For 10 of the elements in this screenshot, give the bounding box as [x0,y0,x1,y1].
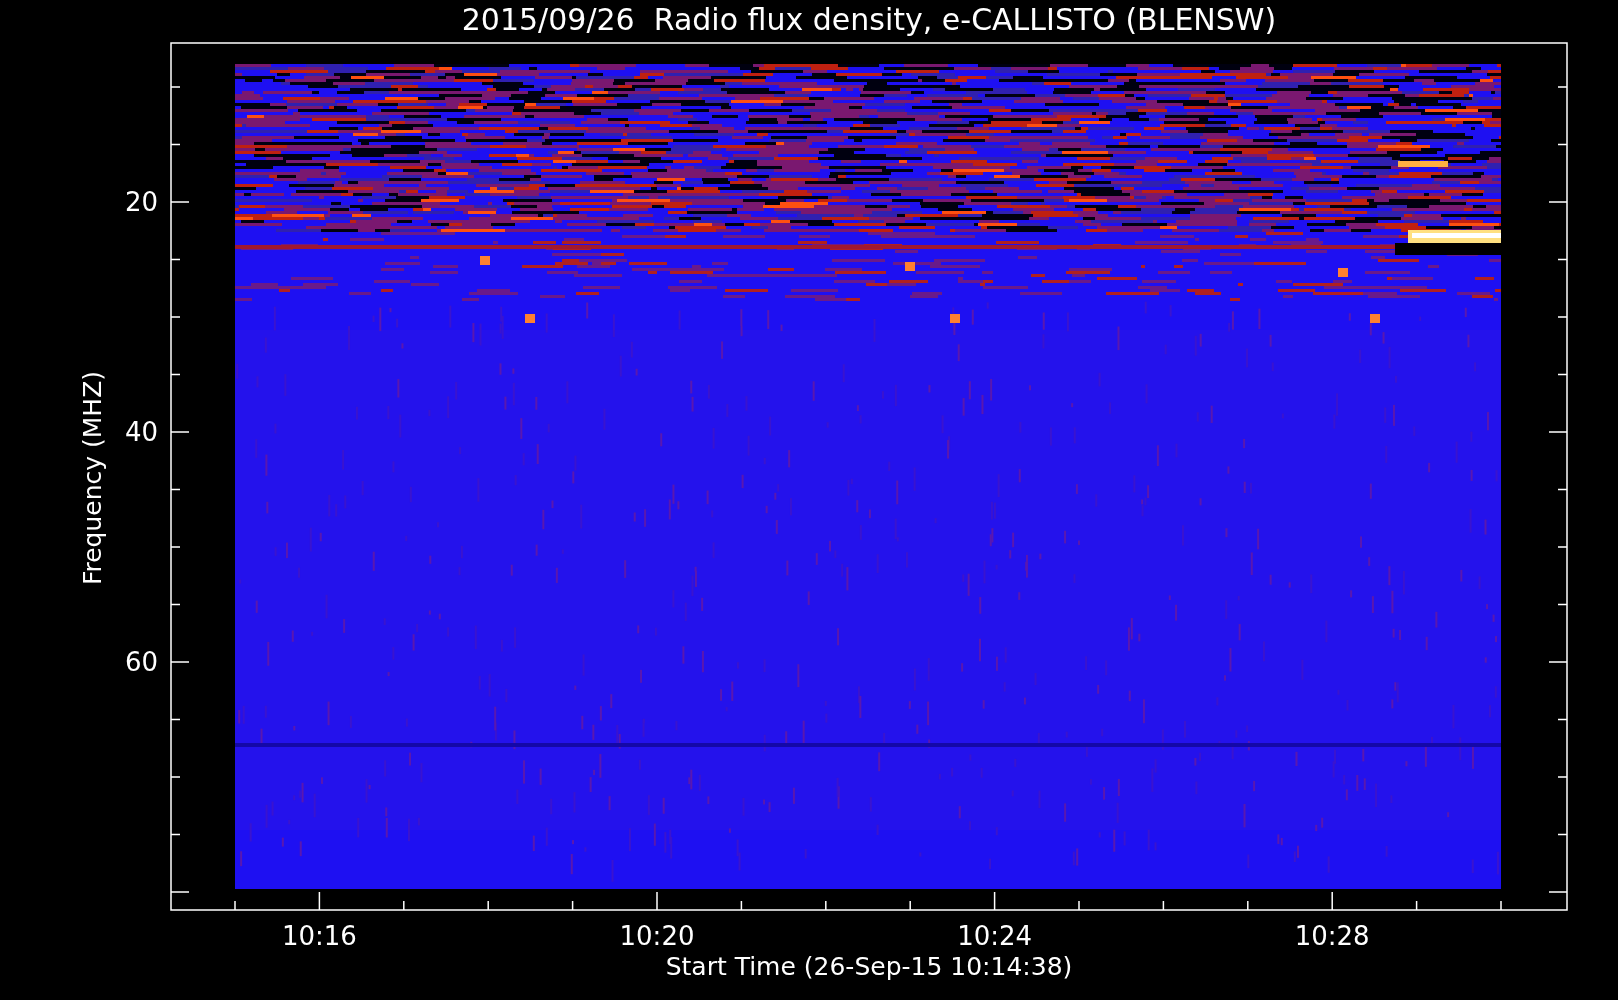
axis-title: Start Time (26-Sep-15 10:14:38) [665,952,1073,981]
tick-label: 40 [124,417,158,447]
tick-label: 10:28 [1294,921,1370,951]
chart-title: 2015/09/26 Radio flux density, e-CALLISTO (BLENSW) [461,2,1277,37]
axis-title: Frequency (MHZ) [78,370,107,586]
tick-label: 10:20 [619,921,695,951]
tick-label: 10:24 [957,921,1033,951]
tick-label: 20 [124,187,158,217]
tick-label: 60 [124,647,158,677]
tick-label: 10:16 [281,921,357,951]
